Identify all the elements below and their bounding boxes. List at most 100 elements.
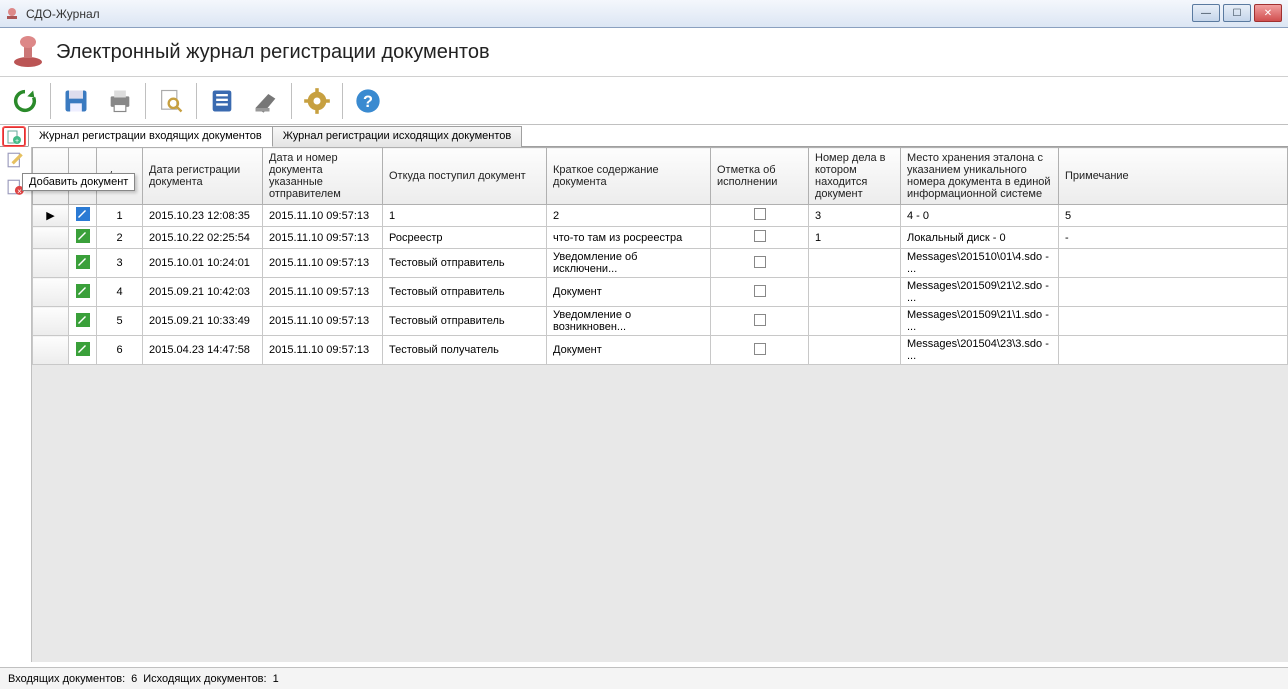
col-case-no[interactable]: Номер дела в котором находится документ <box>809 148 901 205</box>
print-button[interactable] <box>99 80 141 122</box>
cell-note[interactable] <box>1059 249 1288 278</box>
help-button[interactable]: ? <box>347 80 389 122</box>
cell-note[interactable]: - <box>1059 227 1288 249</box>
cell-case[interactable]: 1 <box>809 227 901 249</box>
cell-from[interactable]: Тестовый отправитель <box>383 278 547 307</box>
edit-cell[interactable] <box>69 336 97 365</box>
edit-cell[interactable] <box>69 307 97 336</box>
edit-cell[interactable] <box>69 205 97 227</box>
cell-case[interactable] <box>809 307 901 336</box>
close-button[interactable]: ✕ <box>1254 4 1282 22</box>
cell-storage[interactable]: Messages\201504\23\3.sdo - ... <box>901 336 1059 365</box>
cell-reg-date[interactable]: 2015.10.23 12:08:35 <box>143 205 263 227</box>
cell-case[interactable] <box>809 336 901 365</box>
tab-outgoing[interactable]: Журнал регистрации исходящих документов <box>272 126 523 147</box>
status-outgoing-label: Исходящих документов: <box>143 673 266 685</box>
status-outgoing-count: 1 <box>273 673 279 685</box>
cell-case[interactable] <box>809 278 901 307</box>
edit-cell[interactable] <box>69 249 97 278</box>
cell-summary[interactable]: Документ <box>547 336 711 365</box>
cell-summary[interactable]: что-то там из росреестра <box>547 227 711 249</box>
cell-note[interactable] <box>1059 307 1288 336</box>
cell-sender-date[interactable]: 2015.11.10 09:57:13 <box>263 307 383 336</box>
cell-pp[interactable]: 2 <box>97 227 143 249</box>
cell-exec[interactable] <box>711 336 809 365</box>
cell-exec[interactable] <box>711 307 809 336</box>
cell-pp[interactable]: 5 <box>97 307 143 336</box>
cell-sender-date[interactable]: 2015.11.10 09:57:13 <box>263 249 383 278</box>
cell-sender-date[interactable]: 2015.11.10 09:57:13 <box>263 227 383 249</box>
cell-exec[interactable] <box>711 227 809 249</box>
cell-exec[interactable] <box>711 205 809 227</box>
row-indicator <box>33 307 69 336</box>
cell-note[interactable]: 5 <box>1059 205 1288 227</box>
cell-from[interactable]: Тестовый отправитель <box>383 307 547 336</box>
cell-sender-date[interactable]: 2015.11.10 09:57:13 <box>263 336 383 365</box>
cell-from[interactable]: 1 <box>383 205 547 227</box>
statusbar: Входящих документов: 6 Исходящих докумен… <box>0 667 1288 689</box>
cell-sender-date[interactable]: 2015.11.10 09:57:13 <box>263 205 383 227</box>
cell-summary[interactable]: Документ <box>547 278 711 307</box>
edit-cell[interactable] <box>69 278 97 307</box>
edit-cell[interactable] <box>69 227 97 249</box>
cell-reg-date[interactable]: 2015.09.21 10:33:49 <box>143 307 263 336</box>
cell-reg-date[interactable]: 2015.10.01 10:24:01 <box>143 249 263 278</box>
grid-container[interactable]: п/п Дата регистрации документа Дата и но… <box>32 147 1288 662</box>
journal-button[interactable] <box>201 80 243 122</box>
refresh-button[interactable] <box>4 80 46 122</box>
cell-storage[interactable]: 4 - 0 <box>901 205 1059 227</box>
table-row[interactable]: 32015.10.01 10:24:012015.11.10 09:57:13Т… <box>33 249 1288 278</box>
table-row[interactable]: 52015.09.21 10:33:492015.11.10 09:57:13Т… <box>33 307 1288 336</box>
cell-pp[interactable]: 4 <box>97 278 143 307</box>
cell-summary[interactable]: Уведомление о возникновен... <box>547 307 711 336</box>
cell-exec[interactable] <box>711 278 809 307</box>
cell-storage[interactable]: Локальный диск - 0 <box>901 227 1059 249</box>
left-rail: × Добавить документ <box>0 147 32 662</box>
search-button[interactable] <box>150 80 192 122</box>
col-sender-date[interactable]: Дата и номер документа указанные отправи… <box>263 148 383 205</box>
svg-text:?: ? <box>363 92 373 110</box>
edit-document-icon[interactable] <box>7 151 25 172</box>
cell-exec[interactable] <box>711 249 809 278</box>
cell-reg-date[interactable]: 2015.04.23 14:47:58 <box>143 336 263 365</box>
cell-pp[interactable]: 6 <box>97 336 143 365</box>
save-button[interactable] <box>55 80 97 122</box>
cell-storage[interactable]: Messages\201509\21\1.sdo - ... <box>901 307 1059 336</box>
col-reg-date[interactable]: Дата регистрации документа <box>143 148 263 205</box>
cell-reg-date[interactable]: 2015.09.21 10:42:03 <box>143 278 263 307</box>
main-toolbar: ? <box>0 77 1288 125</box>
minimize-button[interactable]: — <box>1192 4 1220 22</box>
col-note[interactable]: Примечание <box>1059 148 1288 205</box>
cell-note[interactable] <box>1059 278 1288 307</box>
col-summary[interactable]: Краткое содержание документа <box>547 148 711 205</box>
maximize-button[interactable]: ☐ <box>1223 4 1251 22</box>
add-document-tab-icon[interactable]: + <box>3 127 25 146</box>
settings-button[interactable] <box>296 80 338 122</box>
cell-from[interactable]: Тестовый получатель <box>383 336 547 365</box>
table-row[interactable]: 22015.10.22 02:25:542015.11.10 09:57:13Р… <box>33 227 1288 249</box>
main-area: × Добавить документ п/п Дата регистрации… <box>0 147 1288 662</box>
cell-case[interactable] <box>809 249 901 278</box>
tabs: + Журнал регистрации входящих документов… <box>0 125 1288 147</box>
col-storage[interactable]: Место хранения эталона с указанием уника… <box>901 148 1059 205</box>
cell-from[interactable]: Росреестр <box>383 227 547 249</box>
cell-summary[interactable]: Уведомление об исключени... <box>547 249 711 278</box>
cell-from[interactable]: Тестовый отправитель <box>383 249 547 278</box>
cell-pp[interactable]: 1 <box>97 205 143 227</box>
cell-case[interactable]: 3 <box>809 205 901 227</box>
cell-reg-date[interactable]: 2015.10.22 02:25:54 <box>143 227 263 249</box>
tab-side-icon: + <box>0 125 28 146</box>
cell-note[interactable] <box>1059 336 1288 365</box>
table-row[interactable]: 42015.09.21 10:42:032015.11.10 09:57:13Т… <box>33 278 1288 307</box>
table-row[interactable]: ▶12015.10.23 12:08:352015.11.10 09:57:13… <box>33 205 1288 227</box>
cell-storage[interactable]: Messages\201510\01\4.sdo - ... <box>901 249 1059 278</box>
table-row[interactable]: 62015.04.23 14:47:582015.11.10 09:57:13Т… <box>33 336 1288 365</box>
cell-storage[interactable]: Messages\201509\21\2.sdo - ... <box>901 278 1059 307</box>
cell-sender-date[interactable]: 2015.11.10 09:57:13 <box>263 278 383 307</box>
scan-button[interactable] <box>245 80 287 122</box>
col-from[interactable]: Откуда поступил документ <box>383 148 547 205</box>
cell-pp[interactable]: 3 <box>97 249 143 278</box>
cell-summary[interactable]: 2 <box>547 205 711 227</box>
col-exec-mark[interactable]: Отметка об исполнении <box>711 148 809 205</box>
tab-incoming[interactable]: Журнал регистрации входящих документов <box>28 126 273 147</box>
